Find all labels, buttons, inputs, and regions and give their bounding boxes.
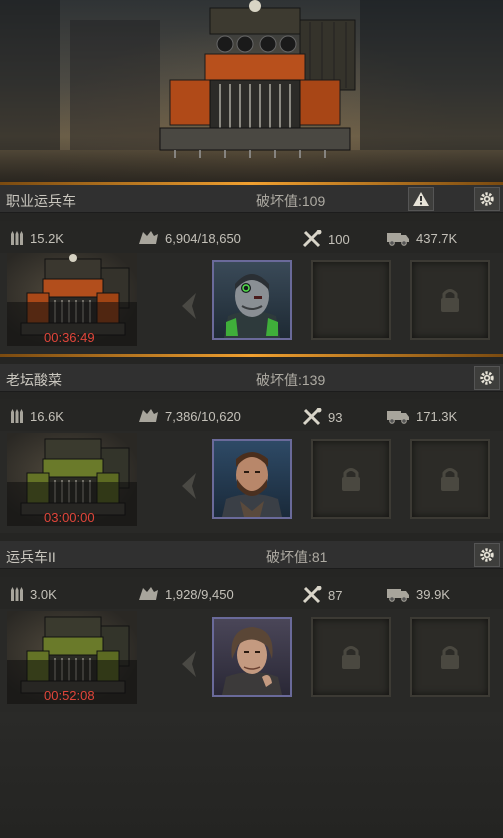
locked-hero-slot[interactable]	[311, 617, 391, 697]
durability-value: 1,928/9,450	[165, 586, 234, 602]
ammo-value: 15.2K	[30, 230, 64, 246]
armor-icon	[139, 409, 158, 422]
background-building	[70, 20, 160, 150]
squad-header: 老坛酸菜 破坏值:139	[0, 364, 503, 392]
truck-load-icon	[387, 411, 409, 424]
lock-icon	[441, 289, 459, 312]
settings-button[interactable]	[474, 187, 500, 211]
destroy-value: 破坏值:81	[266, 549, 328, 565]
gear-icon	[480, 548, 494, 562]
hero-banner	[0, 0, 503, 182]
cyborg-hero-portrait	[224, 274, 280, 338]
empty-hero-slot[interactable]	[311, 260, 391, 340]
background-building	[360, 0, 503, 150]
warning-button[interactable]	[408, 187, 434, 211]
lock-icon	[441, 646, 459, 669]
repair-value: 93	[328, 409, 343, 425]
squad-stats: 15.2K 6,904/18,650 100 437.7K	[0, 221, 503, 253]
armor-icon	[139, 587, 158, 600]
gear-icon	[480, 192, 494, 206]
ammo-stat: 3.0K	[10, 586, 57, 602]
load-value: 437.7K	[416, 230, 458, 246]
vehicle-slot[interactable]: 03:00:00	[7, 433, 137, 526]
march-timer: 03:00:00	[44, 510, 95, 525]
section-divider	[0, 354, 503, 357]
squad-name: 老坛酸菜	[6, 372, 62, 388]
repair-stat: 87	[302, 586, 342, 604]
repair-value: 87	[328, 587, 343, 603]
squad-stats: 3.0K 1,928/9,450 87 39.9K	[0, 577, 503, 609]
empty-area	[0, 712, 503, 838]
squad-header: 运兵车II 破坏值:81	[0, 541, 503, 569]
squad-name: 职业运兵车	[6, 193, 76, 209]
lock-icon	[342, 468, 360, 491]
tools-icon	[302, 408, 322, 426]
settings-button[interactable]	[474, 366, 500, 390]
load-value: 171.3K	[416, 408, 458, 424]
chevron-left-icon	[182, 293, 196, 319]
hero-portrait[interactable]	[212, 617, 292, 697]
load-stat: 437.7K	[386, 230, 457, 246]
tools-icon	[302, 230, 322, 248]
ammo-stat: 15.2K	[10, 230, 64, 246]
chevron-left-icon	[182, 473, 196, 499]
repair-stat: 100	[302, 230, 350, 248]
tools-icon	[302, 586, 322, 604]
warning-icon	[413, 192, 429, 206]
vehicle-slot[interactable]: 00:52:08	[7, 611, 137, 704]
ammo-icon	[11, 587, 23, 601]
squad-stats: 16.6K 7,386/10,620 93 171.3K	[0, 399, 503, 431]
durability-value: 6,904/18,650	[165, 230, 241, 246]
march-timer: 00:36:49	[44, 330, 95, 345]
destroy-value: 破坏值:139	[256, 372, 326, 388]
durability-value: 7,386/10,620	[165, 408, 241, 424]
chevron-left-icon	[182, 651, 196, 677]
durability-stat: 6,904/18,650	[137, 230, 241, 246]
lock-icon	[342, 646, 360, 669]
ammo-icon	[11, 231, 23, 245]
repair-stat: 93	[302, 408, 342, 426]
repair-value: 100	[328, 231, 350, 247]
locked-hero-slot[interactable]	[311, 439, 391, 519]
destroy-value: 破坏值:109	[256, 193, 326, 209]
background-building	[0, 0, 60, 150]
load-stat: 171.3K	[386, 408, 457, 424]
load-stat: 39.9K	[386, 586, 450, 602]
ammo-value: 3.0K	[30, 586, 57, 602]
locked-hero-slot[interactable]	[410, 260, 490, 340]
ammo-icon	[11, 409, 23, 423]
bearded-hero-portrait	[222, 452, 282, 517]
squad-header: 职业运兵车 破坏值:109	[0, 185, 503, 213]
truck-load-icon	[387, 589, 409, 602]
squad-body: 00:52:08	[0, 609, 503, 712]
durability-stat: 1,928/9,450	[137, 586, 234, 602]
locked-hero-slot[interactable]	[410, 617, 490, 697]
ammo-value: 16.6K	[30, 408, 64, 424]
durability-stat: 7,386/10,620	[137, 408, 241, 424]
squad-body: 00:36:49	[0, 253, 503, 354]
squad-body: 03:00:00	[0, 431, 503, 533]
ammo-stat: 16.6K	[10, 408, 64, 424]
long-hair-hero-portrait	[222, 627, 282, 695]
vehicle-slot[interactable]: 00:36:49	[7, 253, 137, 346]
march-timer: 00:52:08	[44, 688, 95, 703]
truck-load-icon	[387, 233, 409, 246]
settings-button[interactable]	[474, 543, 500, 567]
hero-truck-image	[159, 0, 356, 158]
gear-icon	[480, 371, 494, 385]
load-value: 39.9K	[416, 586, 450, 602]
locked-hero-slot[interactable]	[410, 439, 490, 519]
squad-name: 运兵车II	[6, 549, 56, 565]
armor-icon	[139, 231, 158, 244]
hero-portrait[interactable]	[212, 260, 292, 340]
hero-portrait[interactable]	[212, 439, 292, 519]
lock-icon	[441, 468, 459, 491]
